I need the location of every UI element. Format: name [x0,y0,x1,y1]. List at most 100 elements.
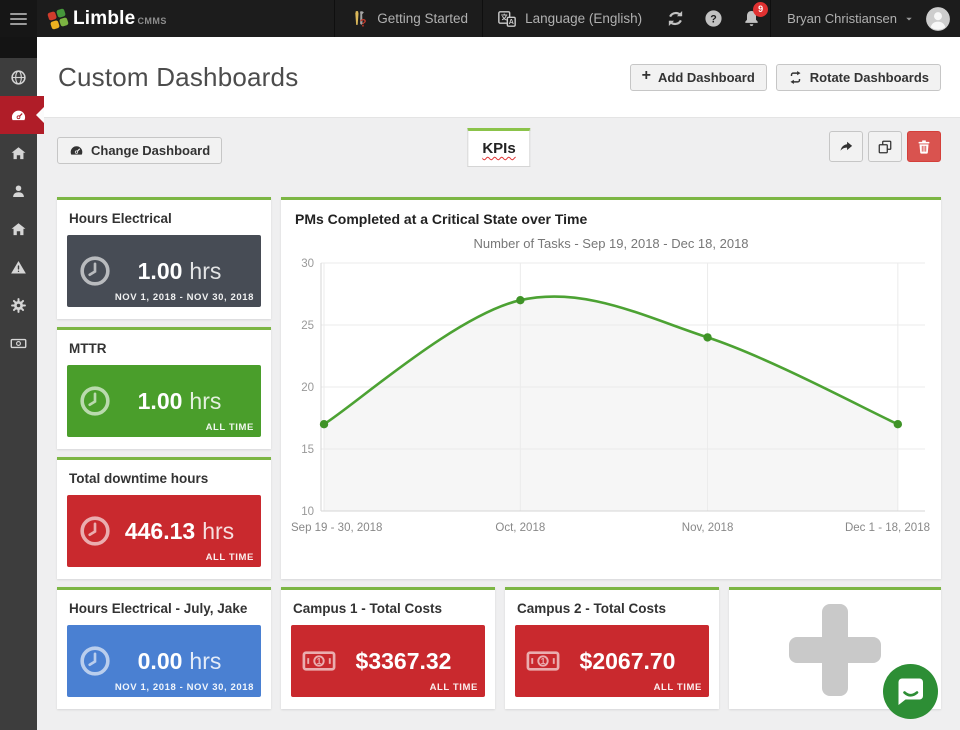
kpi-value: 0.00hrs [112,648,261,675]
svg-text:Oct, 2018: Oct, 2018 [495,522,545,534]
rotate-dashboards-button[interactable]: Rotate Dashboards [776,64,941,91]
clock-icon [78,254,112,288]
plus-icon: + [642,68,651,84]
dashboard-name-tab[interactable]: KPIs [467,128,530,167]
globe-icon [10,69,27,86]
kpi-value: $3367.32 [336,648,485,675]
page-header: Custom Dashboards + Add Dashboard Rotate… [37,37,960,118]
svg-text:Dec 1 - 18, 2018: Dec 1 - 18, 2018 [845,522,930,534]
kpi-card-title: Hours Electrical - July, Jake [69,601,259,616]
sidebar-item-globe[interactable] [0,58,37,96]
refresh-icon [666,9,685,28]
clock-icon [78,384,112,418]
avatar[interactable] [925,6,951,32]
svg-text:10: 10 [301,506,314,518]
copy-icon [877,139,893,155]
svg-text:25: 25 [301,320,314,332]
kpi-card-title: Campus 1 - Total Costs [293,601,483,616]
notifications-button[interactable]: 9 [732,0,770,37]
kpi-period-label: NOV 1, 2018 - NOV 30, 2018 [115,682,254,693]
sidebar-item-user[interactable] [0,172,37,210]
sidebar-item-money[interactable] [0,324,37,362]
kpi-card[interactable]: Hours Electrical 1.00hrsNOV 1, 2018 - NOV… [57,197,271,319]
sidebar-item-warning[interactable] [0,248,37,286]
banknote-icon: 1 [526,644,560,678]
sidebar [0,37,37,730]
limble-pinwheel-icon [47,8,69,30]
help-button[interactable]: ? [694,0,732,37]
sidebar-item-home[interactable] [0,134,37,172]
kpi-value-panel: 446.13hrs ALL TIME [67,495,261,567]
plus-icon [789,604,881,696]
svg-text:?: ? [710,13,717,25]
kpi-period-label: ALL TIME [206,552,254,563]
translate-icon: A [497,9,517,29]
change-dashboard-button[interactable]: Change Dashboard [57,137,222,164]
svg-text:1: 1 [541,656,546,666]
gauge-icon [10,107,27,124]
clock-icon [78,644,112,678]
chevron-down-icon [903,13,915,25]
money-icon [10,335,27,352]
kpi-period-label: ALL TIME [654,682,702,693]
page-title: Custom Dashboards [58,62,298,93]
delete-button[interactable] [907,131,941,162]
refresh-button[interactable] [656,0,694,37]
gear-icon [10,297,27,314]
kpi-card-title: Total downtime hours [69,471,259,486]
svg-text:1: 1 [317,656,322,666]
user-menu[interactable]: Bryan Christiansen [770,0,925,37]
help-icon: ? [704,9,723,28]
svg-text:Nov, 2018: Nov, 2018 [682,522,734,534]
warning-icon [10,259,27,276]
kpi-value-panel: 1 $3367.32 ALL TIME [291,625,485,697]
sidebar-item-gauge[interactable] [0,96,44,134]
kpi-value-panel: 1 $2067.70 ALL TIME [515,625,709,697]
svg-text:15: 15 [301,444,314,456]
kpi-card[interactable]: MTTR1.00hrsALL TIME [57,327,271,449]
add-dashboard-label: Add Dashboard [658,70,755,85]
user-name: Bryan Christiansen [787,11,897,26]
kpi-period-label: ALL TIME [430,682,478,693]
getting-started-label: Getting Started [377,11,468,26]
svg-text:?: ? [360,17,367,29]
kpi-value-panel: 1.00hrsALL TIME [67,365,261,437]
dashboard-name: KPIs [482,140,515,157]
kpi-card-title: Hours Electrical [69,211,259,226]
getting-started-link[interactable]: ? Getting Started [334,0,482,37]
kpi-value: 1.00hrs [112,258,261,285]
copy-button[interactable] [868,131,902,162]
trash-icon [916,139,932,155]
limble-logo[interactable]: Limble CMMS [47,8,167,30]
kpi-card[interactable]: Campus 1 - Total Costs 1 $3367.32 ALL TIME [281,587,495,709]
kpi-card[interactable]: Total downtime hours 446.13hrs ALL TIME [57,457,271,579]
chart-subtitle: Number of Tasks - Sep 19, 2018 - Dec 18,… [289,236,933,251]
menu-icon[interactable] [0,0,37,37]
line-chart: 1015202530Sep 19 - 30, 2018Oct, 2018Nov,… [289,253,933,553]
share-icon [838,139,854,155]
svg-text:A: A [509,18,514,26]
kpi-period-label: ALL TIME [206,422,254,433]
dashboard-toolbar: Change Dashboard KPIs [57,128,941,168]
language-selector[interactable]: A Language (English) [482,0,656,37]
share-button[interactable] [829,131,863,162]
kpi-card[interactable]: Hours Electrical - July, Jake 0.00hrs NOV … [57,587,271,709]
home-icon [10,145,27,162]
sidebar-item-gear[interactable] [0,286,37,324]
banknote-icon: 1 [302,644,336,678]
clock-icon [78,514,112,548]
kpi-value: $2067.70 [560,648,709,675]
change-dashboard-label: Change Dashboard [91,143,210,158]
add-dashboard-button[interactable]: + Add Dashboard [630,64,767,91]
notification-badge: 9 [753,2,768,17]
sidebar-item-home-2[interactable] [0,210,37,248]
kpi-value: 446.13hrs [112,518,261,545]
kpi-card-title: Campus 2 - Total Costs [517,601,707,616]
brand-suffix: CMMS [137,16,167,26]
kpi-value-panel: 1.00hrsNOV 1, 2018 - NOV 30, 2018 [67,235,261,307]
home-icon [10,221,27,238]
topbar: Limble CMMS ? Getting Started A Language… [0,0,960,37]
kpi-card[interactable]: Campus 2 - Total Costs 1 $2067.70 ALL TIME [505,587,719,709]
dashboard-grid: PMs Completed at a Critical State over T… [57,197,941,709]
chat-launcher-button[interactable] [883,664,938,719]
